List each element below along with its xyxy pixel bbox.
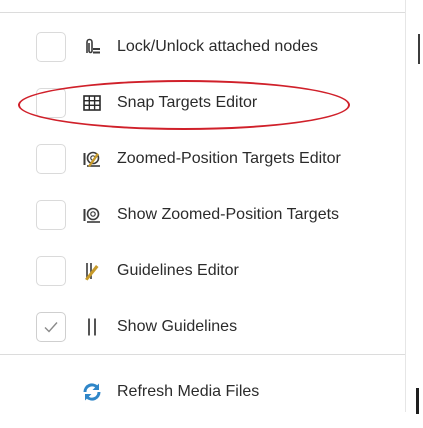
- vertical-lines-icon: [82, 317, 102, 337]
- menu-item-guidelines-editor[interactable]: Guidelines Editor: [0, 249, 405, 293]
- menu-item-snap-targets-editor[interactable]: Snap Targets Editor: [0, 81, 405, 125]
- menu-divider-top: [0, 12, 405, 13]
- background-window-edge: [418, 34, 420, 64]
- grid-table-icon: [82, 93, 102, 113]
- screenshot-stage: Lock/Unlock attached nodes Snap Targets …: [0, 0, 423, 428]
- menu-item-checkbox[interactable]: [36, 200, 66, 230]
- menu-item-zoomed-position-targets-editor[interactable]: Zoomed-Position Targets Editor: [0, 137, 405, 181]
- background-window-edge: [416, 388, 419, 414]
- menu-item-label: Show Guidelines: [117, 318, 238, 335]
- checkmark-icon: [43, 320, 59, 334]
- paperclip-lock-icon: [82, 37, 102, 57]
- menu-item-checkbox[interactable]: [36, 256, 66, 286]
- menu-item-label: Guidelines Editor: [117, 262, 239, 279]
- menu-item-show-zoomed-position-targets[interactable]: Show Zoomed-Position Targets: [0, 193, 405, 237]
- menu-item-label: Refresh Media Files: [117, 383, 260, 400]
- menu-item-lock-unlock-attached-nodes[interactable]: Lock/Unlock attached nodes: [0, 25, 405, 69]
- zoom-target-icon: [82, 205, 102, 225]
- menu-item-label: Lock/Unlock attached nodes: [117, 38, 319, 55]
- menu-item-label: Zoomed-Position Targets Editor: [117, 150, 341, 167]
- guideline-pencil-icon: [82, 261, 102, 281]
- menu-item-checkbox[interactable]: [36, 32, 66, 62]
- menu-item-refresh-media-files[interactable]: Refresh Media Files: [0, 370, 405, 414]
- menu-item-checkbox[interactable]: [36, 88, 66, 118]
- menu-item-label: Show Zoomed-Position Targets: [117, 206, 340, 223]
- menu-divider-bottom: [0, 354, 405, 355]
- zoom-target-edit-icon: [82, 149, 102, 169]
- menu-item-label: Snap Targets Editor: [117, 94, 258, 111]
- context-menu: Lock/Unlock attached nodes Snap Targets …: [0, 0, 406, 412]
- menu-item-checkbox[interactable]: [36, 144, 66, 174]
- refresh-arrows-icon: [82, 382, 102, 402]
- menu-item-show-guidelines[interactable]: Show Guidelines: [0, 305, 405, 349]
- menu-item-checkbox-checked[interactable]: [36, 312, 66, 342]
